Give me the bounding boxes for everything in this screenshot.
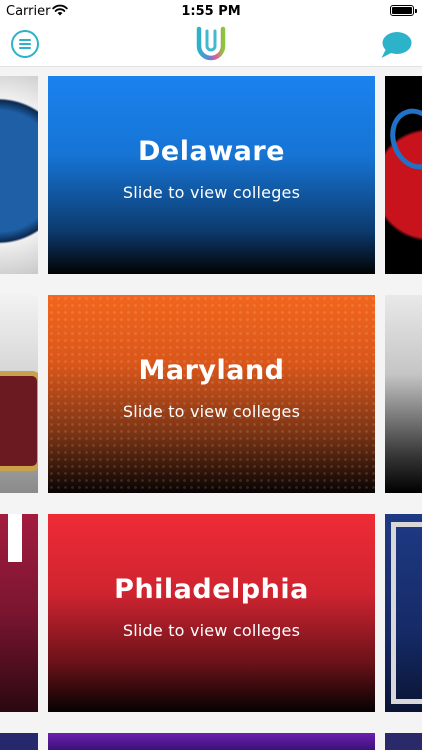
carousel-row: Philadelphia Slide to view colleges (0, 514, 422, 712)
region-card[interactable]: Philadelphia Slide to view colleges (48, 514, 375, 712)
previous-card-peek[interactable] (0, 295, 38, 493)
menu-icon[interactable] (11, 30, 39, 58)
card-title: Maryland (138, 355, 285, 386)
card-subtitle: Slide to view colleges (122, 621, 301, 640)
previous-card-peek[interactable] (0, 76, 38, 274)
next-card-peek[interactable] (385, 733, 422, 750)
region-card[interactable]: Maryland Slide to view colleges (48, 295, 375, 493)
region-card[interactable]: Delaware Slide to view colleges (48, 76, 375, 274)
carousel-row (0, 733, 422, 750)
carousel-row: Delaware Slide to view colleges (0, 76, 422, 274)
next-card-peek[interactable] (385, 514, 422, 712)
carousel-row: Maryland Slide to view colleges (0, 295, 422, 493)
chat-bubble-icon[interactable] (380, 31, 412, 63)
region-card[interactable] (48, 733, 375, 750)
card-subtitle: Slide to view colleges (122, 402, 301, 421)
next-card-peek[interactable] (385, 295, 422, 493)
card-title: Delaware (138, 136, 285, 167)
u-logo-icon (194, 26, 228, 66)
card-subtitle: Slide to view colleges (122, 183, 301, 202)
status-bar: Carrier 1:55 PM (0, 0, 422, 22)
nav-bar (0, 22, 422, 67)
next-card-peek[interactable] (385, 76, 422, 274)
clock: 1:55 PM (181, 4, 241, 19)
card-title: Philadelphia (114, 574, 309, 605)
previous-card-peek[interactable] (0, 733, 38, 750)
previous-card-peek[interactable] (0, 514, 38, 712)
battery-icon (390, 5, 417, 16)
